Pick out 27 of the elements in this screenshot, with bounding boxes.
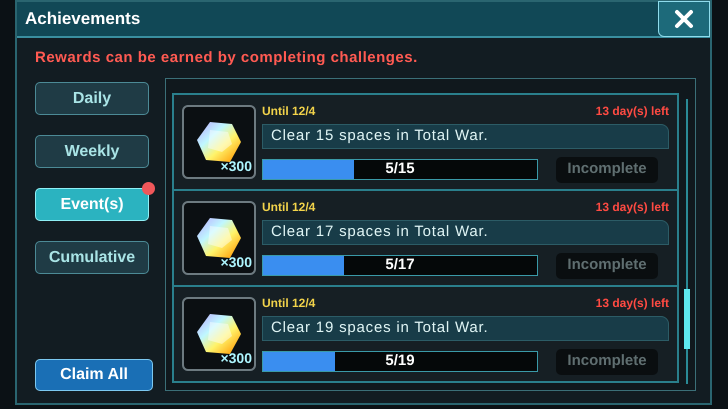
deadline-text: Until 12/4 [262, 198, 316, 216]
time-left-text: 13 day(s) left [596, 294, 669, 312]
time-left-text: 13 day(s) left [596, 102, 669, 120]
time-left-text: 13 day(s) left [596, 198, 669, 216]
progress-text: 5/19 [384, 352, 416, 371]
task-description: Clear 17 spaces in Total War. [262, 220, 669, 244]
notice-text: Rewards can be earned by completing challenges. [35, 49, 418, 66]
category-tab[interactable]: Weekly [35, 135, 149, 168]
reward-count: ×300 [220, 349, 252, 368]
window-title: Achievements [25, 8, 140, 30]
claim-all-button[interactable]: Claim All [35, 359, 153, 391]
close-button[interactable] [658, 1, 710, 37]
category-tab[interactable]: Cumulative [35, 241, 149, 274]
deadline-text: Until 12/4 [262, 294, 316, 312]
progress-text: 5/17 [384, 256, 416, 275]
deadline-text: Until 12/4 [262, 102, 316, 120]
status-badge: Incomplete [556, 252, 658, 278]
reward-count: ×300 [220, 157, 252, 176]
task-description: Clear 19 spaces in Total War. [262, 316, 669, 340]
status-badge: Incomplete [556, 348, 658, 374]
progress-text: 5/15 [384, 160, 416, 179]
close-icon [674, 9, 694, 29]
status-badge: Incomplete [556, 156, 658, 182]
reward-count: ×300 [220, 253, 252, 272]
scrollbar-thumb [684, 289, 690, 349]
task-description: Clear 15 spaces in Total War. [262, 124, 669, 148]
category-tab[interactable]: Daily [35, 82, 149, 115]
